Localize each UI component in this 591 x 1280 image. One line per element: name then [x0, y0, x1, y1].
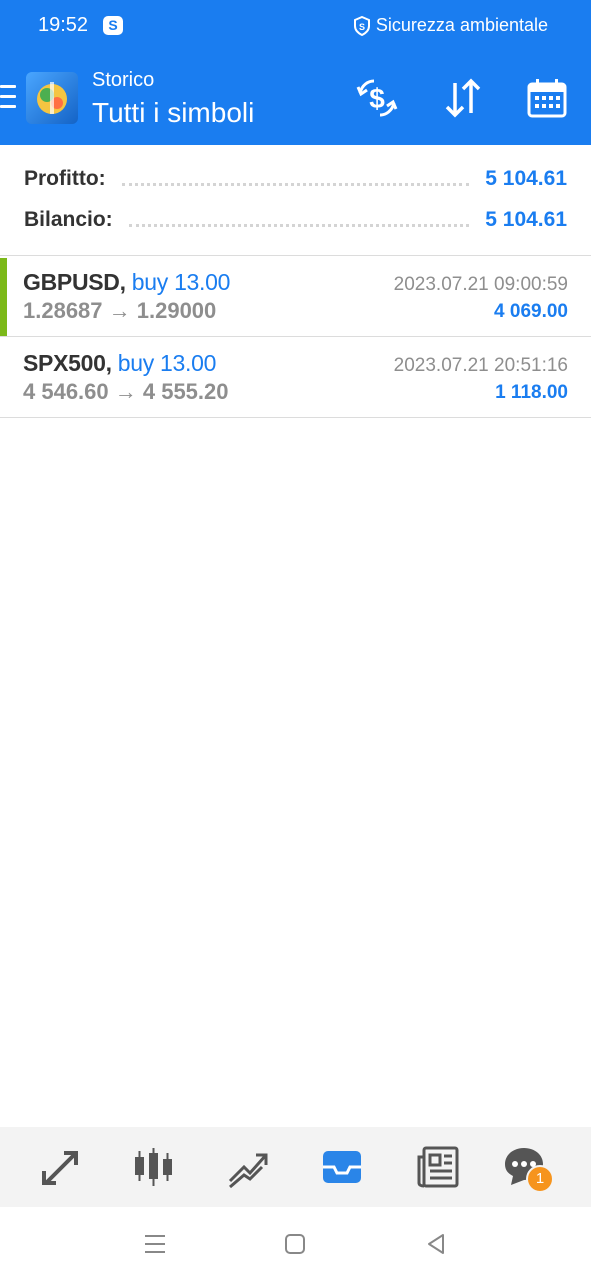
dotted-leader — [121, 173, 470, 186]
page-title[interactable]: Tutti i simboli — [92, 97, 254, 129]
symbol-name: SPX500, — [23, 350, 112, 376]
trade-prices: 4 546.60 → 4 555.20 — [23, 379, 229, 404]
sort-icon[interactable] — [442, 77, 484, 119]
profit-value: 5 104.61 — [485, 167, 567, 190]
status-time: 19:52 — [38, 14, 89, 36]
calendar-icon[interactable] — [526, 77, 568, 119]
balance-label: Bilancio: — [24, 208, 113, 231]
recents-icon[interactable] — [140, 1229, 170, 1259]
profit-indicator — [0, 258, 7, 336]
profit-label: Profitto: — [24, 167, 106, 190]
trade-symbol: GBPUSD, buy 13.00 — [23, 269, 230, 296]
trade-time: 2023.07.21 09:00:59 — [393, 274, 568, 295]
trade-symbol: SPX500, buy 13.00 — [23, 350, 216, 377]
security-label: Sicurezza ambientale — [375, 15, 548, 35]
svg-text:S: S — [359, 22, 365, 32]
trade-side: buy 13.00 — [117, 350, 217, 376]
trade-row[interactable]: SPX500, buy 13.00 4 546.60 → 4 555.20 20… — [0, 337, 591, 417]
messages-badge: 1 — [526, 1165, 554, 1193]
quotes-icon[interactable] — [38, 1145, 82, 1189]
history-icon[interactable] — [320, 1145, 364, 1189]
profit-row: Profitto: 5 104.61 — [24, 164, 567, 194]
trade-icon[interactable] — [226, 1145, 270, 1189]
svg-text:$: $ — [369, 83, 385, 114]
shield-icon: S — [353, 15, 370, 36]
messages-icon[interactable]: 1 — [502, 1145, 554, 1193]
security-status: S Sicurezza ambientale — [353, 15, 548, 36]
trade-side: buy 13.00 — [131, 269, 231, 295]
chart-icon[interactable] — [132, 1145, 176, 1189]
trade-time: 2023.07.21 20:51:16 — [393, 355, 568, 376]
menu-icon[interactable] — [0, 85, 16, 111]
system-navigation — [0, 1207, 591, 1280]
currency-exchange-icon[interactable]: $ — [356, 77, 398, 119]
summary-panel: Profitto: 5 104.61 Bilancio: 5 104.61 — [0, 145, 591, 255]
trade-prices: 1.28687 → 1.29000 — [23, 298, 217, 323]
dotted-leader — [128, 214, 470, 227]
trade-profit: 4 069.00 — [494, 301, 568, 322]
back-icon[interactable] — [421, 1229, 451, 1259]
trade-profit: 1 118.00 — [495, 382, 568, 403]
balance-value: 5 104.61 — [485, 208, 567, 231]
app-header: 19:52 S S Sicurezza ambientale Storico T… — [0, 0, 591, 145]
notification-s-icon: S — [103, 16, 123, 35]
header-subtitle: Storico — [92, 69, 155, 91]
divider — [0, 417, 591, 418]
app-logo — [26, 72, 78, 124]
balance-row: Bilancio: 5 104.61 — [24, 205, 567, 235]
bottom-navigation: 1 — [0, 1127, 591, 1207]
trade-row[interactable]: GBPUSD, buy 13.00 1.28687 → 1.29000 2023… — [0, 256, 591, 336]
home-icon[interactable] — [280, 1229, 310, 1259]
news-icon[interactable] — [416, 1145, 460, 1189]
symbol-name: GBPUSD, — [23, 269, 126, 295]
